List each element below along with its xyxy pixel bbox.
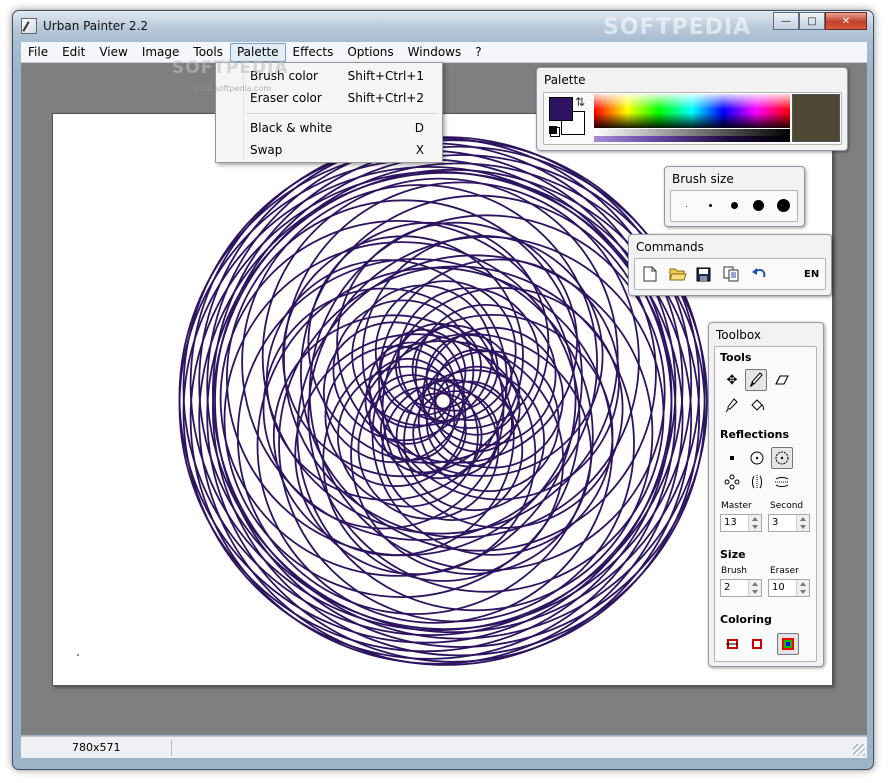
- brush-size-1-option[interactable]: [686, 206, 687, 207]
- menu-separator: [246, 113, 438, 114]
- spirograph-stroke: [206, 139, 701, 634]
- eraser-size-stepper[interactable]: 10: [768, 579, 810, 597]
- mirror-horizontal-icon[interactable]: [771, 471, 793, 493]
- menu-bar: File Edit View Image Tools Palette Effec…: [21, 42, 867, 63]
- grayscale-strip[interactable]: [594, 129, 790, 136]
- minimize-button[interactable]: —: [773, 12, 799, 30]
- open-folder-icon[interactable]: [668, 264, 688, 284]
- image-size-status: 780x571: [72, 741, 121, 754]
- square-outline-icon[interactable]: [746, 633, 768, 655]
- menu-item-label: Black & white: [250, 120, 333, 135]
- menu-item-label: Swap: [250, 142, 283, 157]
- maximize-button[interactable]: □: [799, 12, 825, 30]
- menu-item-shortcut: Shift+Ctrl+2: [347, 90, 424, 105]
- reset-colors-icon[interactable]: [549, 126, 557, 134]
- selected-color-preview: [792, 94, 840, 142]
- menu-item-shortcut: Shift+Ctrl+1: [347, 68, 424, 83]
- eraser-icon[interactable]: [771, 369, 793, 391]
- softpedia-watermark-url: www.softpedia.com: [193, 84, 272, 93]
- menu-options[interactable]: Options: [340, 43, 400, 62]
- spin-arrows-icon[interactable]: [796, 515, 809, 531]
- menu-windows[interactable]: Windows: [401, 43, 469, 62]
- red-square-icon[interactable]: [721, 633, 743, 655]
- brush-size-3-option[interactable]: [731, 202, 738, 209]
- mirror-vertical-icon[interactable]: [746, 471, 768, 493]
- second-stepper[interactable]: 3: [768, 514, 810, 532]
- close-button[interactable]: ✕: [825, 12, 867, 30]
- shade-strip[interactable]: [594, 136, 790, 142]
- eraser-size-label: Eraser: [770, 566, 799, 576]
- titlebar-watermark: SOFTPEDIA: [603, 15, 752, 40]
- menu-item-swap[interactable]: Swap X: [218, 139, 440, 160]
- toolbox-panel-title: Toolbox: [716, 328, 761, 342]
- softpedia-watermark: SOFTPEDIA: [172, 58, 289, 78]
- spirograph-stroke: [364, 357, 452, 445]
- save-icon[interactable]: [693, 264, 713, 284]
- menu-effects[interactable]: Effects: [286, 43, 341, 62]
- undo-icon[interactable]: [749, 264, 769, 284]
- brush-size-value: 2: [724, 582, 731, 593]
- swap-colors-icon[interactable]: ⇅: [575, 96, 585, 108]
- rainbow-square-icon[interactable]: [777, 633, 799, 655]
- window-title: Urban Painter 2.2: [43, 19, 149, 33]
- size-section-label: Size: [720, 548, 746, 561]
- menu-item-black-white[interactable]: Black & white D: [218, 117, 440, 138]
- spin-arrows-icon[interactable]: [796, 580, 809, 596]
- stray-dot: [77, 654, 79, 656]
- palette-panel-title: Palette: [544, 73, 586, 87]
- brush-size-label: Brush: [721, 566, 747, 576]
- fill-bucket-icon[interactable]: [746, 394, 768, 416]
- brush-size-4-option[interactable]: [753, 200, 764, 211]
- second-label: Second: [770, 501, 804, 511]
- coloring-section-label: Coloring: [720, 613, 772, 626]
- brush-size-2-option[interactable]: [709, 204, 712, 207]
- resize-grip[interactable]: [853, 744, 865, 756]
- brush-size-panel-title: Brush size: [672, 172, 734, 186]
- eyedropper-icon[interactable]: [721, 394, 743, 416]
- spirograph-stroke: [395, 392, 483, 480]
- spin-arrows-icon[interactable]: [748, 515, 761, 531]
- master-label: Master: [721, 501, 752, 511]
- menu-edit[interactable]: Edit: [55, 43, 92, 62]
- new-file-icon[interactable]: [640, 264, 660, 284]
- menu-file[interactable]: File: [21, 43, 55, 62]
- brush-icon[interactable]: [745, 369, 767, 391]
- brush-size-stepper[interactable]: 2: [720, 579, 762, 597]
- circle-dot-icon[interactable]: [746, 447, 768, 469]
- eraser-size-value: 10: [772, 582, 785, 593]
- flower-icon[interactable]: [721, 471, 743, 493]
- commands-panel-title: Commands: [636, 240, 704, 254]
- language-indicator[interactable]: EN: [804, 269, 819, 280]
- second-value: 3: [772, 517, 779, 528]
- move-icon[interactable]: ✥: [721, 369, 743, 391]
- tools-section-label: Tools: [720, 351, 752, 364]
- spin-arrows-icon[interactable]: [748, 580, 761, 596]
- master-value: 13: [724, 517, 737, 528]
- app-brush-icon: [21, 18, 37, 34]
- status-bar: 780x571: [21, 736, 867, 758]
- title-bar[interactable]: Urban Painter 2.2 SOFTPEDIA — □ ✕: [13, 11, 873, 43]
- brush-size-5-option[interactable]: [777, 199, 790, 212]
- menu-view[interactable]: View: [92, 43, 134, 62]
- dot-icon[interactable]: [721, 447, 743, 469]
- brush-color-swatch[interactable]: [549, 97, 573, 121]
- master-stepper[interactable]: 13: [720, 514, 762, 532]
- copy-icon[interactable]: [721, 264, 741, 284]
- reflections-section-label: Reflections: [720, 428, 790, 441]
- menu-item-shortcut: D: [414, 120, 424, 135]
- status-separator: [171, 740, 172, 756]
- menu-help[interactable]: ?: [468, 43, 488, 62]
- color-spectrum[interactable]: [594, 94, 790, 128]
- menu-item-shortcut: X: [415, 142, 424, 157]
- circle-dots-icon[interactable]: [771, 447, 793, 469]
